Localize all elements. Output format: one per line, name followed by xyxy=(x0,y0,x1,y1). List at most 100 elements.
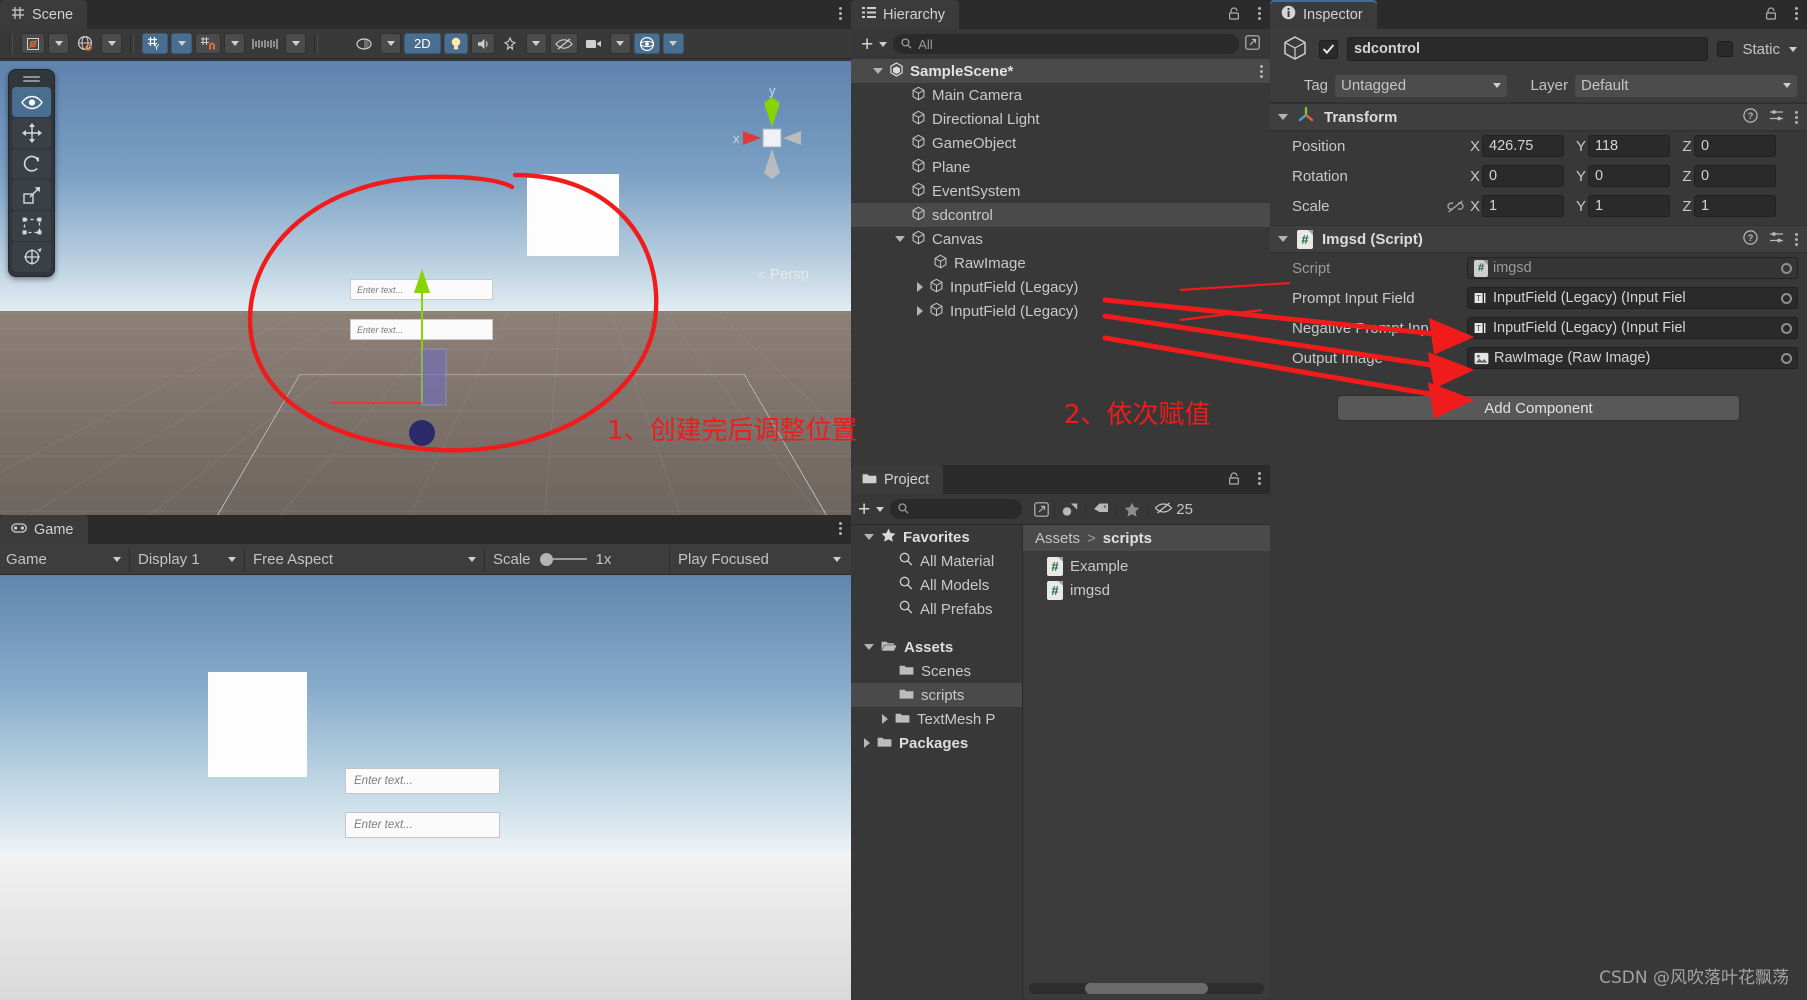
tag-dropdown[interactable]: Untagged xyxy=(1335,75,1507,97)
transform-rotation-z-field[interactable]: 0 xyxy=(1694,165,1776,187)
tab-inspector[interactable]: Inspector xyxy=(1270,0,1377,29)
transform-foldout-icon[interactable] xyxy=(1278,114,1288,120)
scene-camera-button[interactable] xyxy=(581,33,607,54)
project-add-button[interactable]: + xyxy=(858,499,870,520)
gizmos-dropdown[interactable] xyxy=(663,33,684,54)
view-tool-button[interactable] xyxy=(12,87,51,117)
transform-scale-y-field[interactable]: 1 xyxy=(1588,195,1670,217)
hierarchy-search-expand-icon[interactable] xyxy=(1245,35,1260,53)
hidden-objects-button[interactable] xyxy=(550,33,578,54)
project-tree-item-textmesh-p[interactable]: TextMesh P xyxy=(851,707,1022,731)
pivot-mode-button[interactable] xyxy=(21,33,45,54)
scene-lighting-button[interactable] xyxy=(444,33,468,54)
favorite-icon[interactable] xyxy=(1117,502,1148,517)
game-viewport[interactable]: Enter text... Enter text... xyxy=(0,575,851,1000)
gizmos-button[interactable] xyxy=(634,33,660,54)
pivot-mode-dropdown[interactable] xyxy=(48,33,69,54)
lock-icon[interactable] xyxy=(1228,7,1240,20)
ruler-dropdown[interactable] xyxy=(285,33,306,54)
hierarchy-item-rawimage[interactable]: RawImage xyxy=(851,251,1270,275)
game-inputfield-2[interactable]: Enter text... xyxy=(345,812,500,838)
hierarchy-item-samplescene[interactable]: SampleScene* xyxy=(851,59,1270,83)
tab-game[interactable]: Game xyxy=(0,515,88,544)
hierarchy-add-dropdown-icon[interactable] xyxy=(879,42,887,47)
snap-settings-dropdown[interactable] xyxy=(224,33,245,54)
scale-slider-track[interactable] xyxy=(540,553,587,566)
foldout-icon[interactable] xyxy=(864,738,870,748)
hierarchy-item-gameobject[interactable]: GameObject xyxy=(851,131,1270,155)
project-tree-item-all-material[interactable]: All Material xyxy=(851,549,1022,573)
hierarchy-item-sdcontrol[interactable]: sdcontrol xyxy=(851,203,1270,227)
move-tool-button[interactable] xyxy=(12,118,51,148)
tab-project[interactable]: Project xyxy=(851,465,943,494)
ruler-icon[interactable] xyxy=(248,33,282,54)
game-aspect-dropdown[interactable]: Free Aspect xyxy=(245,547,485,572)
scene-projection-label[interactable]: < Persp xyxy=(758,266,809,283)
project-search-input[interactable] xyxy=(890,499,1022,519)
scene-audio-button[interactable] xyxy=(471,33,495,54)
project-asset-example[interactable]: #Example xyxy=(1023,554,1270,578)
scene-fx-dropdown[interactable] xyxy=(526,33,547,54)
foldout-icon[interactable] xyxy=(873,68,883,74)
project-tree-item-scenes[interactable]: Scenes xyxy=(851,659,1022,683)
scale-slider-thumb[interactable] xyxy=(540,553,553,566)
hierarchy-item-inputfield-legacy[interactable]: InputField (Legacy) xyxy=(851,299,1270,323)
script-row-object-field[interactable]: #imgsd xyxy=(1467,257,1798,279)
project-tree-item-all-models[interactable]: All Models xyxy=(851,573,1022,597)
script-context-menu-icon[interactable] xyxy=(1795,231,1799,248)
hierarchy-search-input[interactable]: All xyxy=(893,34,1239,54)
project-asset-imgsd[interactable]: #imgsd xyxy=(1023,578,1270,602)
game-scale-slider[interactable]: Scale 1x xyxy=(485,547,670,572)
project-panel-menu-icon[interactable] xyxy=(1258,470,1262,487)
game-display-target-dropdown[interactable]: Game xyxy=(0,547,130,572)
tab-hierarchy[interactable]: Hierarchy xyxy=(851,0,959,29)
object-picker-icon[interactable] xyxy=(1781,353,1792,364)
save-search-icon[interactable] xyxy=(1028,502,1055,517)
static-dropdown-icon[interactable] xyxy=(1789,47,1797,52)
hierarchy-item-inputfield-legacy[interactable]: InputField (Legacy) xyxy=(851,275,1270,299)
scene-context-menu-icon[interactable] xyxy=(1260,63,1264,80)
project-tree-item-packages[interactable]: Packages xyxy=(851,731,1022,755)
overlay-grip[interactable] xyxy=(23,76,40,78)
handle-space-button[interactable] xyxy=(72,33,98,54)
game-play-mode-dropdown[interactable]: Play Focused xyxy=(670,547,851,572)
project-lock-icon[interactable] xyxy=(1228,472,1240,485)
type-filter-icon[interactable] xyxy=(1055,502,1086,517)
script-row-object-field[interactable]: TInputField (Legacy) (Input Fiel xyxy=(1467,287,1798,309)
project-tree-item-favorites[interactable]: Favorites xyxy=(851,525,1022,549)
grid-axis-dropdown[interactable] xyxy=(171,33,192,54)
snap-settings-button[interactable] xyxy=(195,33,221,54)
help-icon[interactable]: ? xyxy=(1743,230,1758,249)
constrain-proportions-off-icon[interactable] xyxy=(1442,200,1468,213)
label-filter-icon[interactable] xyxy=(1086,502,1117,516)
hierarchy-item-eventsystem[interactable]: EventSystem xyxy=(851,179,1270,203)
transform-context-menu-icon[interactable] xyxy=(1795,109,1799,126)
inspector-panel-menu-icon[interactable] xyxy=(1795,5,1799,22)
preset-icon[interactable] xyxy=(1769,231,1784,248)
breadcrumb-root[interactable]: Assets xyxy=(1035,530,1080,547)
game-inputfield-1[interactable]: Enter text... xyxy=(345,768,500,794)
shading-mode-button[interactable] xyxy=(351,33,377,54)
grid-axis-button[interactable]: Y xyxy=(142,33,168,54)
project-tree[interactable]: FavoritesAll MaterialAll ModelsAll Prefa… xyxy=(851,525,1023,999)
scene-fx-button[interactable] xyxy=(498,33,523,54)
foldout-icon[interactable] xyxy=(864,644,874,650)
object-picker-icon[interactable] xyxy=(1781,293,1792,304)
static-checkbox[interactable] xyxy=(1717,41,1733,57)
transform-rotation-y-field[interactable]: 0 xyxy=(1588,165,1670,187)
project-tree-item-scripts[interactable]: scripts xyxy=(851,683,1022,707)
transform-position-z-field[interactable]: 0 xyxy=(1694,135,1776,157)
scene-view-axis-gizmo[interactable]: y x xyxy=(717,83,827,193)
project-asset-list[interactable]: #Example#imgsd xyxy=(1023,551,1270,977)
hierarchy-tree[interactable]: SampleScene*Main CameraDirectional Light… xyxy=(851,59,1270,323)
scale-tool-button[interactable] xyxy=(12,180,51,210)
project-tree-item-all-prefabs[interactable]: All Prefabs xyxy=(851,597,1022,621)
foldout-icon[interactable] xyxy=(917,282,923,292)
object-picker-icon[interactable] xyxy=(1781,263,1792,274)
hierarchy-panel-menu-icon[interactable] xyxy=(1258,5,1262,22)
project-tree-item-assets[interactable]: Assets xyxy=(851,635,1022,659)
toggle-2d-button[interactable]: 2D xyxy=(404,33,441,54)
scene-panel-menu-icon[interactable] xyxy=(839,5,843,22)
game-display-dropdown[interactable]: Display 1 xyxy=(130,547,245,572)
help-icon[interactable]: ? xyxy=(1743,108,1758,127)
